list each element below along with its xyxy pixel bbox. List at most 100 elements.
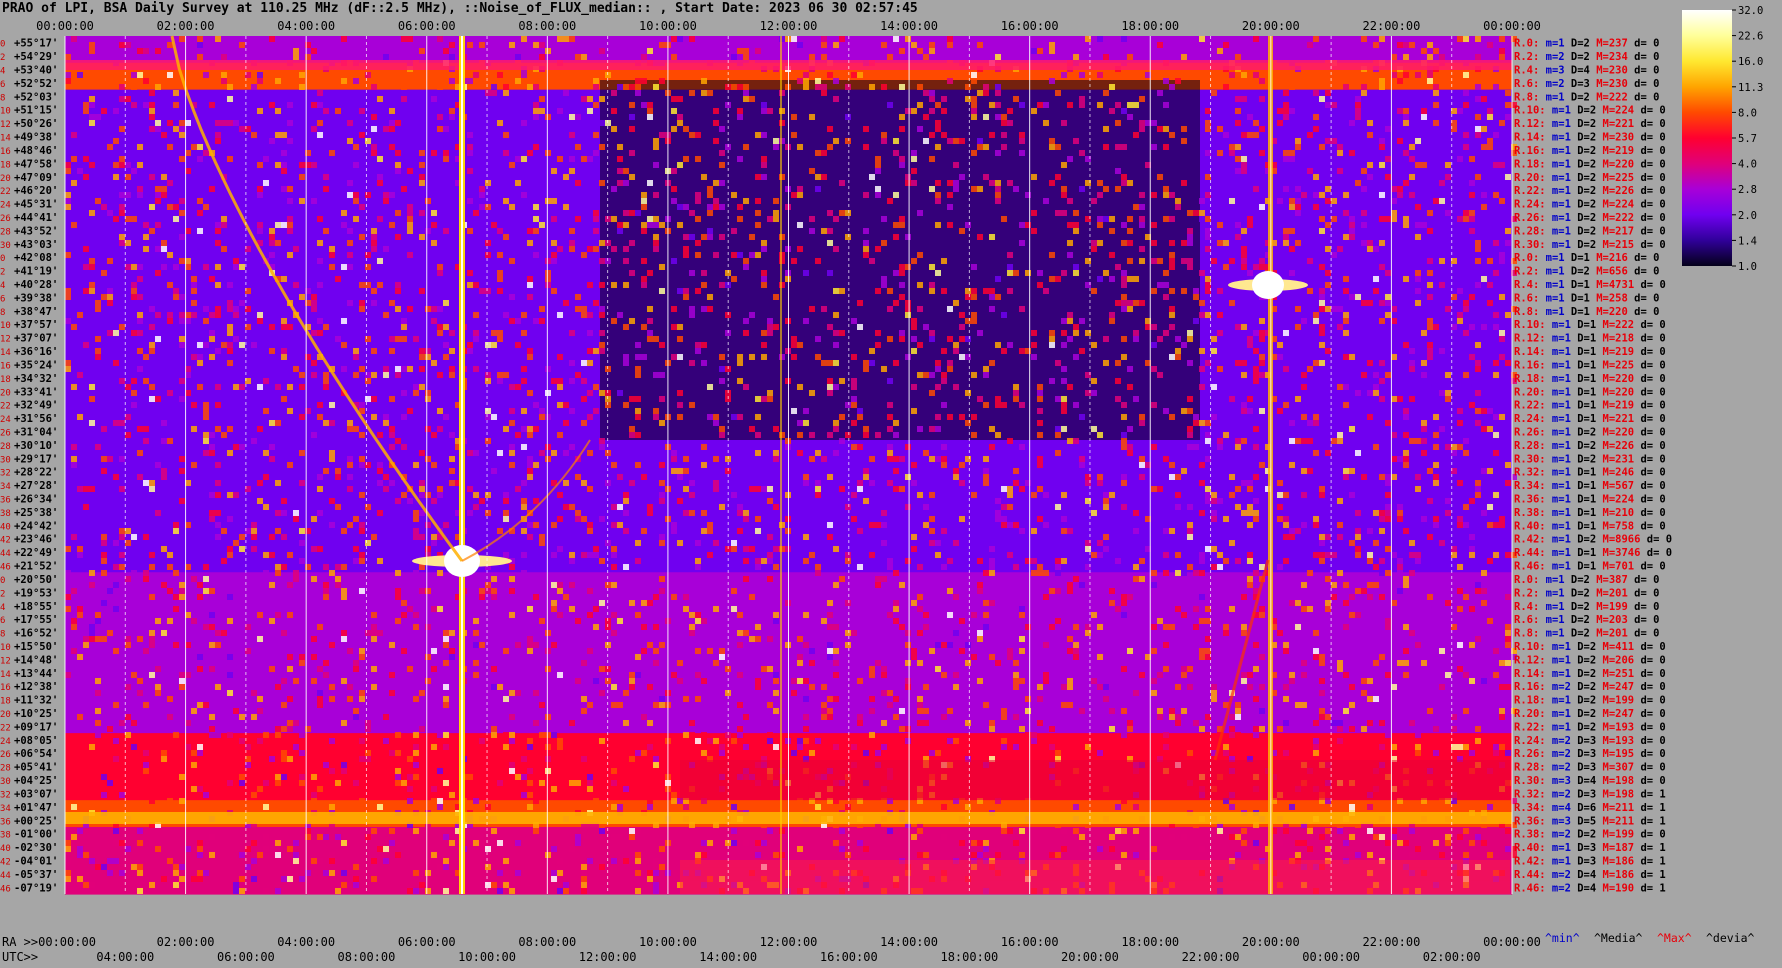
- heatmap-cell: [419, 690, 425, 696]
- heatmap-cell: [263, 552, 269, 558]
- heatmap-cell: [485, 492, 491, 498]
- heatmap-cell: [311, 306, 317, 312]
- heatmap-cell: [557, 384, 563, 390]
- heatmap-cell: [719, 282, 725, 288]
- heatmap-cell: [707, 414, 713, 420]
- heatmap-cell: [533, 228, 539, 234]
- heatmap-cell: [1283, 534, 1289, 540]
- heatmap-cell: [377, 258, 383, 264]
- heatmap-cell: [521, 792, 527, 798]
- heatmap-cell: [1421, 516, 1427, 522]
- heatmap-cell: [719, 654, 725, 660]
- heatmap-cell: [497, 270, 503, 276]
- heatmap-cell: [515, 690, 521, 696]
- heatmap-cell: [1439, 540, 1445, 546]
- heatmap-cell: [275, 612, 281, 618]
- heatmap-cell: [629, 150, 635, 156]
- heatmap-cell: [449, 54, 455, 60]
- heatmap-cell: [509, 450, 515, 456]
- heatmap-cell: [863, 192, 869, 198]
- heatmap-cell: [989, 444, 995, 450]
- heatmap-cell: [1037, 390, 1043, 396]
- heatmap-cell: [557, 492, 563, 498]
- heatmap-cell: [407, 228, 413, 234]
- heatmap-cell: [983, 474, 989, 480]
- heatmap-cell: [1427, 654, 1433, 660]
- heatmap-cell: [1037, 48, 1043, 54]
- heatmap-cell: [587, 528, 593, 534]
- heatmap-cell: [143, 354, 149, 360]
- heatmap-cell: [1289, 600, 1295, 606]
- heatmap-cell: [275, 108, 281, 114]
- heatmap-cell: [1499, 198, 1505, 204]
- heatmap-cell: [1121, 414, 1127, 420]
- heatmap-cell: [953, 474, 959, 480]
- heatmap-cell: [479, 738, 485, 744]
- heatmap-cell: [353, 546, 359, 552]
- heatmap-cell: [1139, 462, 1145, 468]
- heatmap-cell: [1319, 288, 1325, 294]
- heatmap-cell: [743, 264, 749, 270]
- heatmap-cell: [467, 612, 473, 618]
- heatmap-cell: [1355, 390, 1361, 396]
- heatmap-cell: [647, 306, 653, 312]
- heatmap-cell: [971, 372, 977, 378]
- heatmap-cell: [1277, 726, 1283, 732]
- heatmap-cell: [671, 468, 677, 474]
- heatmap-cell: [155, 510, 161, 516]
- heatmap-cell: [233, 540, 239, 546]
- heatmap-cell: [671, 354, 677, 360]
- heatmap-cell: [125, 414, 131, 420]
- heatmap-cell: [1457, 516, 1463, 522]
- heatmap-cell: [995, 294, 1001, 300]
- heatmap-cell: [1247, 222, 1253, 228]
- heatmap-cell: [911, 258, 917, 264]
- heatmap-cell: [947, 42, 953, 48]
- heatmap-cell: [1493, 324, 1499, 330]
- heatmap-cell: [1463, 210, 1469, 216]
- heatmap-cell: [851, 72, 857, 78]
- heatmap-cell: [1121, 180, 1127, 186]
- heatmap-cell: [953, 660, 959, 666]
- heatmap-cell: [1397, 108, 1403, 114]
- heatmap-cell: [743, 576, 749, 582]
- heatmap-cell: [1421, 450, 1427, 456]
- heatmap-cell: [689, 492, 695, 498]
- heatmap-cell: [533, 522, 539, 528]
- heatmap-cell: [347, 420, 353, 426]
- heatmap-cell: [203, 72, 209, 78]
- heatmap-cell: [1373, 582, 1379, 588]
- heatmap-cell: [443, 780, 449, 786]
- heatmap-cell: [1121, 276, 1127, 282]
- heatmap-cell: [257, 312, 263, 318]
- heatmap-cell: [1403, 42, 1409, 48]
- heatmap-cell: [611, 522, 617, 528]
- heatmap-cell: [77, 546, 83, 552]
- heatmap-cell: [1127, 276, 1133, 282]
- heatmap-cell: [1223, 750, 1229, 756]
- heatmap-cell: [1061, 192, 1067, 198]
- heatmap-cell: [497, 72, 503, 78]
- heatmap-cell: [737, 630, 743, 636]
- heatmap-cell: [149, 642, 155, 648]
- heatmap-cell: [431, 666, 437, 672]
- heatmap-cell: [719, 648, 725, 654]
- heatmap-cell: [641, 354, 647, 360]
- heatmap-cell: [1073, 222, 1079, 228]
- heatmap-cell: [329, 252, 335, 258]
- heatmap-cell: [317, 666, 323, 672]
- heatmap-cell: [887, 450, 893, 456]
- heatmap-cell: [683, 696, 689, 702]
- heatmap-cell: [227, 120, 233, 126]
- heatmap-cell: [497, 228, 503, 234]
- heatmap-cell: [1439, 198, 1445, 204]
- heatmap-cell: [821, 90, 827, 96]
- heatmap-cell: [1277, 342, 1283, 348]
- heatmap-cell: [1235, 720, 1241, 726]
- heatmap-cell: [953, 684, 959, 690]
- heatmap-cell: [1319, 660, 1325, 666]
- heatmap-cell: [203, 342, 209, 348]
- heatmap-cell: [1301, 522, 1307, 528]
- heatmap-cell: [989, 132, 995, 138]
- heatmap-cell: [1259, 654, 1265, 660]
